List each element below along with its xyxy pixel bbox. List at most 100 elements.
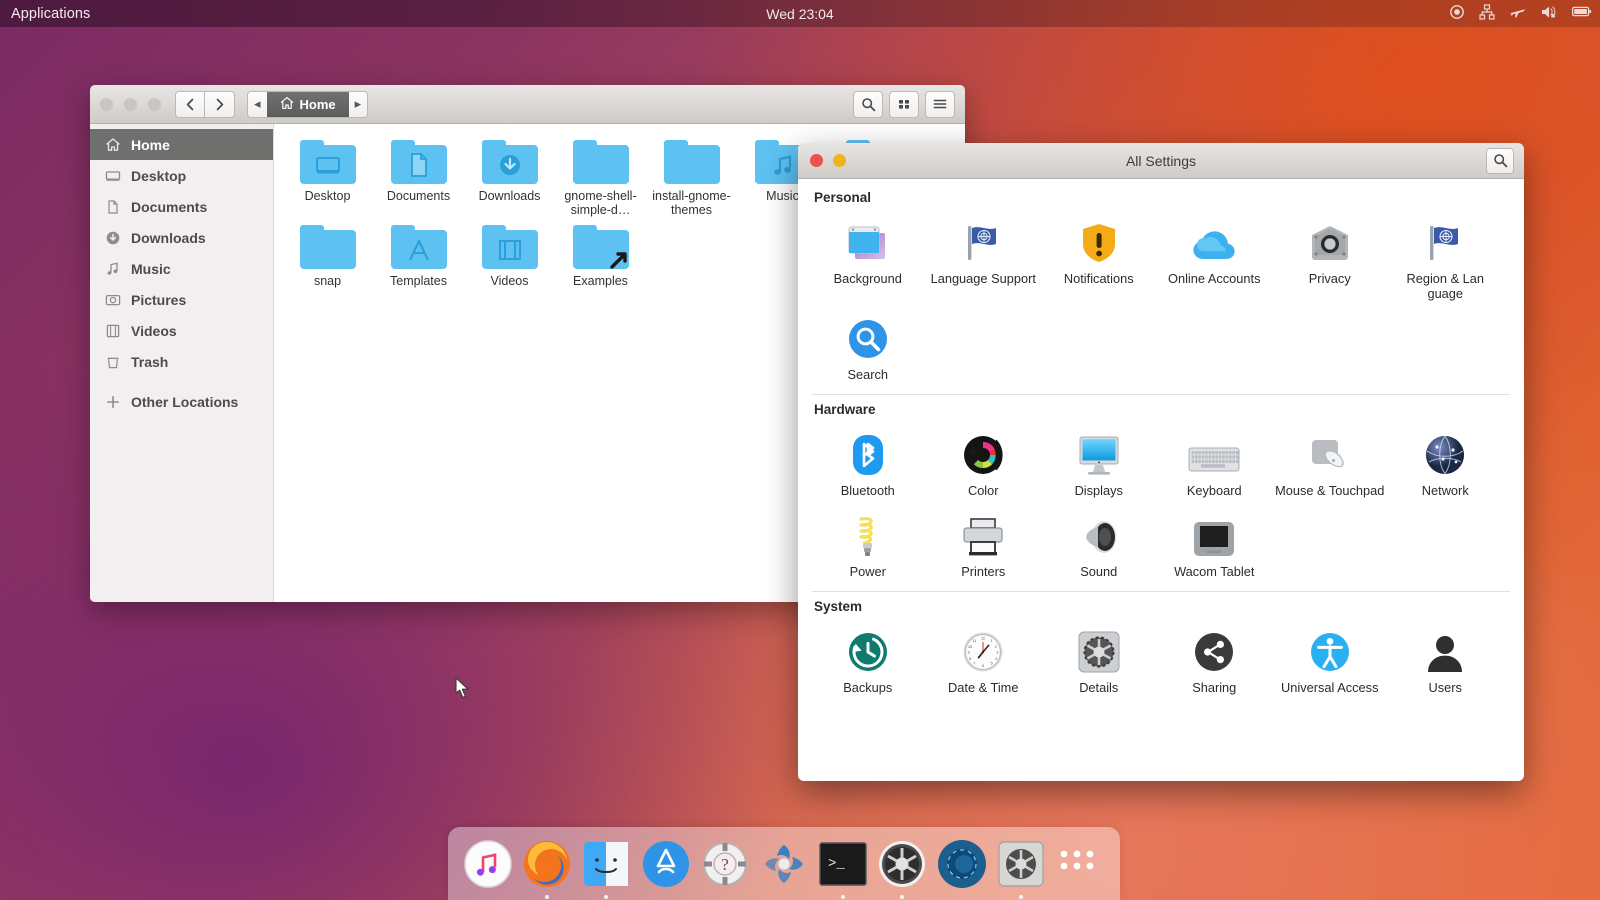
settings-tile-search[interactable]: Search (810, 305, 926, 386)
applications-menu[interactable]: Applications (11, 6, 90, 22)
file-item[interactable]: snap (282, 221, 373, 292)
settings-tile-date-time[interactable]: 121234567891011Date & Time (926, 618, 1042, 699)
svg-text:wacom: wacom (1207, 549, 1222, 554)
settings-tile-details[interactable]: Details (1041, 618, 1157, 699)
file-item[interactable]: Desktop (282, 136, 373, 221)
file-item[interactable]: Downloads (464, 136, 555, 221)
sidebar-item-pictures[interactable]: Pictures (90, 284, 273, 315)
breadcrumb-item-home[interactable]: Home (267, 92, 349, 117)
breadcrumb-scroll-left[interactable]: ◂ (248, 92, 267, 117)
app-grid-icon[interactable] (1054, 836, 1106, 892)
file-manager-titlebar[interactable]: ◂ Home ▸ (90, 85, 965, 124)
breadcrumb: ◂ Home ▸ (247, 91, 368, 118)
svg-text:8: 8 (969, 657, 971, 661)
settings-tile-region-lan-guage[interactable]: Region & Lan guage (1388, 209, 1504, 305)
settings-tile-grid: Bluetooth ColorDisplaysKeyboardMouse & To… (810, 421, 1512, 583)
settings-tile-backups[interactable]: Backups (810, 618, 926, 699)
settings-tile-label: Mouse & Touchpad (1274, 483, 1386, 498)
settings-tile-mouse-touchpad[interactable]: Mouse & Touchpad (1272, 421, 1388, 502)
power-icon (812, 508, 924, 558)
back-button[interactable] (175, 91, 205, 118)
settings-tile-sound[interactable]: Sound (1041, 502, 1157, 583)
music-app-icon[interactable] (462, 836, 514, 892)
sidebar-item-documents[interactable]: Documents (90, 191, 273, 222)
svg-text:>_: >_ (828, 856, 845, 872)
files-finder-icon[interactable] (580, 836, 632, 892)
software-center-icon[interactable] (640, 836, 692, 892)
battery-icon[interactable] (1572, 5, 1592, 22)
terminal-icon[interactable]: >_ (817, 836, 869, 892)
file-item[interactable]: Examples (555, 221, 646, 292)
sidebar-item-other-locations[interactable]: Other Locations (90, 386, 273, 417)
settings-tile-network[interactable]: Network (1388, 421, 1504, 502)
color-icon (928, 427, 1040, 477)
sidebar-item-home[interactable]: Home (90, 129, 273, 160)
shotwell-icon[interactable] (758, 836, 810, 892)
sidebar-item-downloads[interactable]: Downloads (90, 222, 273, 253)
sidebar-item-videos[interactable]: Videos (90, 315, 273, 346)
all-settings-window: All Settings PersonalBackgroundLanguage … (798, 143, 1524, 781)
sidebar-item-music[interactable]: Music (90, 253, 273, 284)
users-icon (1390, 624, 1502, 674)
breadcrumb-scroll-right[interactable]: ▸ (349, 92, 368, 117)
maximize-button[interactable] (148, 98, 161, 111)
sidebar-item-trash[interactable]: Trash (90, 346, 273, 377)
airplane-mode-icon[interactable] (1509, 4, 1526, 24)
close-button[interactable] (100, 98, 113, 111)
folder-icon (482, 225, 538, 269)
settings-tile-label: Bluetooth (812, 483, 924, 498)
forward-button[interactable] (205, 91, 235, 118)
help-icon[interactable]: ? (699, 836, 751, 892)
settings-tile-background[interactable]: Background (810, 209, 926, 305)
disks-icon[interactable] (936, 836, 988, 892)
settings-tile-label: Region & Lan guage (1390, 271, 1502, 301)
printers-icon (928, 508, 1040, 558)
minimize-button[interactable] (124, 98, 137, 111)
search-icon[interactable] (853, 91, 883, 118)
folder-icon (391, 140, 447, 184)
symlink-arrow-icon (608, 248, 630, 270)
settings-tile-users[interactable]: Users (1388, 618, 1504, 699)
settings-tile-label: Details (1043, 680, 1155, 695)
settings-tile-wacom-tablet[interactable]: wacomWacom Tablet (1157, 502, 1273, 583)
svg-text:10: 10 (968, 645, 972, 649)
file-item[interactable]: Documents (373, 136, 464, 221)
settings-tile-printers[interactable]: Printers (926, 502, 1042, 583)
settings-tile-label: Color (928, 483, 1040, 498)
settings-titlebar[interactable]: All Settings (798, 143, 1524, 179)
hamburger-menu-icon[interactable] (925, 91, 955, 118)
settings-tile-language-support[interactable]: Language Support (926, 209, 1042, 305)
view-grid-icon[interactable] (889, 91, 919, 118)
settings-tile-sharing[interactable]: Sharing (1157, 618, 1273, 699)
places-sidebar: Home Desktop Documents Downloads (90, 124, 274, 602)
system-settings-icon[interactable] (876, 836, 928, 892)
search-icon[interactable] (1486, 148, 1514, 174)
settings-tile-color[interactable]: Color (926, 421, 1042, 502)
firefox-icon[interactable] (521, 836, 573, 892)
file-item[interactable]: gnome-shell-simple-d… (555, 136, 646, 221)
settings-tile-online-accounts[interactable]: Online Accounts (1157, 209, 1273, 305)
settings-tile-privacy[interactable]: Privacy (1272, 209, 1388, 305)
settings-tile-label: Date & Time (928, 680, 1040, 695)
screen-record-icon[interactable] (1449, 4, 1465, 24)
universal-access-icon (1274, 624, 1386, 674)
network-wired-icon[interactable] (1479, 4, 1495, 24)
running-indicator (604, 895, 608, 899)
settings-tile-displays[interactable]: Displays (1041, 421, 1157, 502)
file-item[interactable]: install-gnome-themes (646, 136, 737, 221)
sound-icon (1043, 508, 1155, 558)
settings-tile-keyboard[interactable]: Keyboard (1157, 421, 1273, 502)
sidebar-item-desktop[interactable]: Desktop (90, 160, 273, 191)
settings-tile-universal-access[interactable]: Universal Access (1272, 618, 1388, 699)
home-icon (104, 136, 121, 153)
file-item[interactable]: Videos (464, 221, 555, 292)
mouse-cursor (455, 677, 471, 704)
volume-muted-icon[interactable] (1540, 4, 1558, 24)
region-language-icon (1390, 215, 1502, 265)
settings-tile-power[interactable]: Power (810, 502, 926, 583)
settings-tile-notifications[interactable]: Notifications (1041, 209, 1157, 305)
clock[interactable]: Wed 23:04 (0, 6, 1600, 22)
file-item[interactable]: Templates (373, 221, 464, 292)
settings-tile-bluetooth[interactable]: Bluetooth (810, 421, 926, 502)
details-settings-icon[interactable] (995, 836, 1047, 892)
